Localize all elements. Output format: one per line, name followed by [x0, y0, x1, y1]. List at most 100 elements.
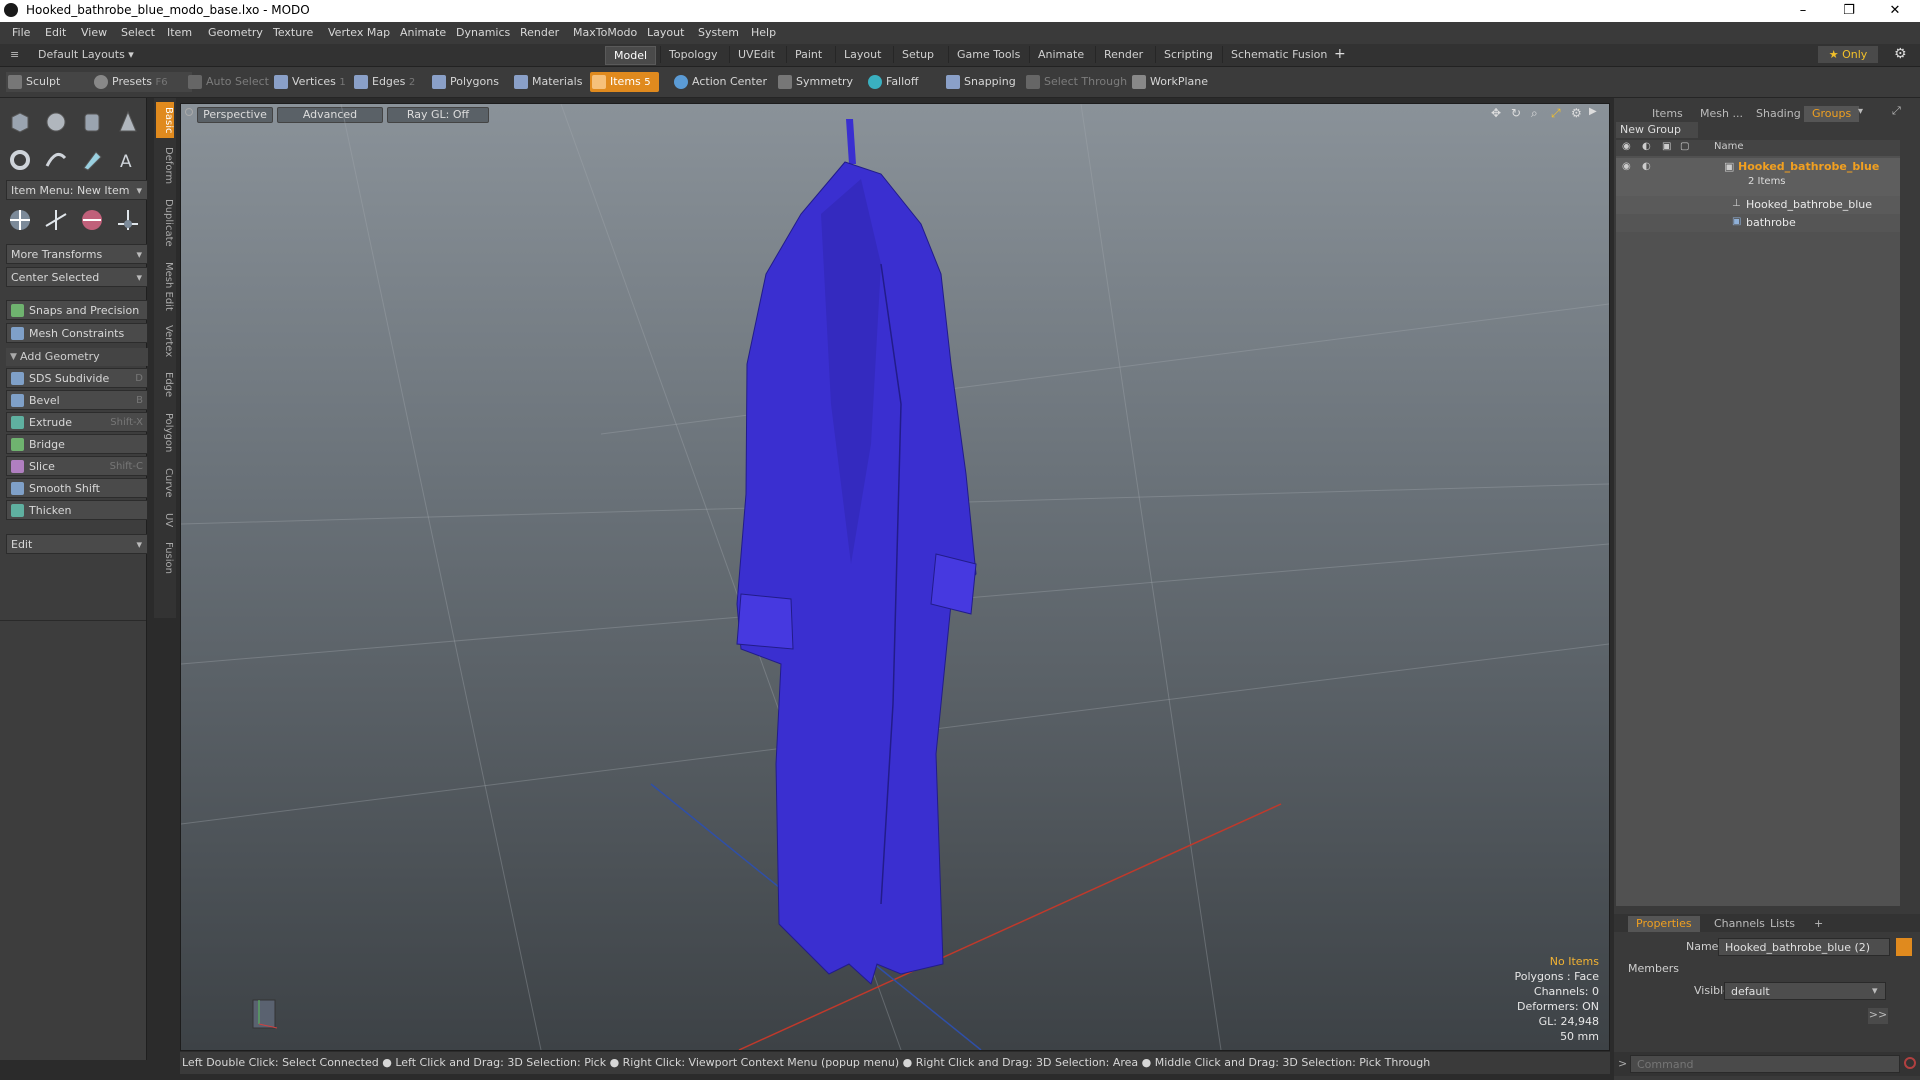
tab-paint[interactable]: Paint — [786, 46, 830, 63]
torus-icon[interactable] — [6, 146, 34, 174]
visibility-eye-icon[interactable]: ◉ — [1622, 141, 1631, 152]
transform-icon[interactable] — [114, 206, 142, 234]
members-section[interactable]: Members — [1628, 962, 1679, 975]
bridge-button[interactable]: Bridge — [6, 434, 148, 454]
only-toggle[interactable]: ★ Only — [1818, 46, 1878, 63]
rotate-icon[interactable] — [42, 206, 70, 234]
slice-button[interactable]: Slice Shift-C — [6, 456, 148, 476]
restore-button[interactable]: ❐ — [1826, 0, 1872, 22]
snaps-precision-button[interactable]: Snaps and Precision — [6, 300, 148, 320]
visible-dropdown[interactable]: default — [1724, 982, 1886, 1000]
auto-select-button[interactable]: Auto Select — [186, 72, 269, 92]
sculpt-button[interactable]: Sculpt — [6, 72, 96, 92]
pen-icon[interactable] — [78, 146, 106, 174]
record-icon[interactable] — [1904, 1057, 1916, 1069]
menu-help[interactable]: Help — [751, 26, 776, 39]
name-options-icon[interactable] — [1896, 938, 1912, 956]
group-render-icon[interactable]: ◐ — [1642, 161, 1651, 172]
lock-icon[interactable]: ▣ — [1662, 141, 1671, 152]
minimize-button[interactable]: – — [1780, 0, 1826, 22]
menu-select[interactable]: Select — [121, 26, 155, 39]
more-transforms-dropdown[interactable]: More Transforms — [6, 244, 148, 265]
edges-button[interactable]: Edges 2 — [352, 72, 415, 92]
layouts-menu-icon[interactable]: ≡ — [10, 48, 19, 61]
tab-animate[interactable]: Animate — [1029, 46, 1092, 63]
tab-setup[interactable]: Setup — [893, 46, 942, 63]
vtab-fusion[interactable]: Fusion — [156, 538, 174, 578]
extrude-button[interactable]: Extrude Shift-X — [6, 412, 148, 432]
symmetry-button[interactable]: Symmetry — [776, 72, 853, 92]
snapping-button[interactable]: Snapping — [944, 72, 1016, 92]
vtab-deform[interactable]: Deform — [156, 144, 174, 188]
edit-dropdown[interactable]: Edit — [6, 534, 148, 555]
name-column-header[interactable]: Name — [1714, 141, 1744, 152]
menu-vertex-map[interactable]: Vertex Map — [328, 26, 390, 39]
vtab-edge[interactable]: Edge — [156, 368, 174, 402]
cylinder-icon[interactable] — [78, 108, 106, 136]
sphere-icon[interactable] — [42, 108, 70, 136]
menu-maxtomodo[interactable]: MaxToModo — [573, 26, 637, 39]
sds-subdivide-button[interactable]: SDS Subdivide D — [6, 368, 148, 388]
render-icon[interactable]: ◐ — [1642, 141, 1651, 152]
menu-view[interactable]: View — [81, 26, 107, 39]
list-item[interactable]: ▣ bathrobe — [1616, 214, 1900, 232]
close-button[interactable]: ✕ — [1872, 0, 1918, 22]
menu-render[interactable]: Render — [520, 26, 559, 39]
vtab-uv[interactable]: UV — [156, 508, 174, 532]
center-selected-dropdown[interactable]: Center Selected — [6, 267, 148, 288]
materials-button[interactable]: Materials — [512, 72, 582, 92]
group-eye-icon[interactable]: ◉ — [1622, 161, 1631, 172]
3d-viewport[interactable]: Perspective Advanced Ray GL: Off ✥ ↻ ⌕ ⤢… — [180, 103, 1610, 1051]
gear-icon[interactable]: ⚙ — [1894, 46, 1907, 62]
tab-lists[interactable]: Lists — [1762, 916, 1803, 932]
presets-button[interactable]: Presets F6 — [92, 72, 192, 92]
select-icon[interactable]: ▢ — [1680, 141, 1689, 152]
default-layouts-dropdown[interactable]: Default Layouts ▾ — [38, 48, 134, 61]
items-button[interactable]: Items 5 — [590, 72, 659, 92]
vtab-polygon[interactable]: Polygon — [156, 408, 174, 458]
add-geometry-section[interactable]: ▼ Add Geometry — [6, 348, 148, 366]
menu-layout[interactable]: Layout — [647, 26, 684, 39]
vtab-duplicate[interactable]: Duplicate — [156, 194, 174, 252]
menu-edit[interactable]: Edit — [45, 26, 66, 39]
thicken-button[interactable]: Thicken — [6, 500, 148, 520]
polygons-button[interactable]: Polygons — [430, 72, 499, 92]
tab-shading[interactable]: Shading — [1748, 106, 1809, 122]
cone-icon[interactable] — [114, 108, 142, 136]
command-input[interactable] — [1630, 1055, 1900, 1073]
curve-icon[interactable] — [42, 146, 70, 174]
workplane-button[interactable]: WorkPlane — [1130, 72, 1208, 92]
tabs-dropdown-icon[interactable]: ▾ — [1858, 106, 1863, 117]
mesh-constraints-button[interactable]: Mesh Constraints — [6, 323, 148, 343]
select-through-button[interactable]: Select Through — [1024, 72, 1127, 92]
menu-texture[interactable]: Texture — [273, 26, 313, 39]
more-button[interactable]: >> — [1868, 1008, 1888, 1024]
bathrobe-mesh[interactable] — [736, 119, 977, 985]
scale-icon[interactable] — [78, 206, 106, 234]
vtab-vertex[interactable]: Vertex — [156, 320, 174, 362]
tab-layout[interactable]: Layout — [835, 46, 889, 63]
cube-icon[interactable] — [6, 108, 34, 136]
add-tab-button[interactable]: + — [1334, 46, 1346, 62]
vtab-curve[interactable]: Curve — [156, 464, 174, 502]
menu-dynamics[interactable]: Dynamics — [456, 26, 510, 39]
tab-uvedit[interactable]: UVEdit — [729, 46, 783, 63]
panel-maximize-icon[interactable]: ⤢ — [1892, 104, 1901, 118]
tab-properties[interactable]: Properties — [1628, 916, 1700, 932]
menu-file[interactable]: File — [12, 26, 30, 39]
vertices-button[interactable]: Vertices 1 — [272, 72, 346, 92]
text-icon[interactable]: A — [114, 146, 142, 174]
add-tab-button[interactable]: + — [1806, 916, 1831, 932]
vtab-mesh-edit[interactable]: Mesh Edit — [156, 258, 174, 314]
tab-groups[interactable]: Groups — [1804, 106, 1860, 122]
list-item[interactable]: ⊥ Hooked_bathrobe_blue — [1616, 196, 1900, 214]
tab-topology[interactable]: Topology — [660, 46, 726, 63]
tab-items[interactable]: Items — [1644, 106, 1691, 122]
falloff-button[interactable]: Falloff — [866, 72, 918, 92]
tab-game-tools[interactable]: Game Tools — [948, 46, 1028, 63]
name-field[interactable]: Hooked_bathrobe_blue (2) — [1718, 938, 1890, 956]
tab-mesh[interactable]: Mesh ... — [1692, 106, 1751, 122]
menu-system[interactable]: System — [698, 26, 739, 39]
tab-render[interactable]: Render — [1095, 46, 1151, 63]
vtab-basic[interactable]: Basic — [156, 102, 174, 138]
